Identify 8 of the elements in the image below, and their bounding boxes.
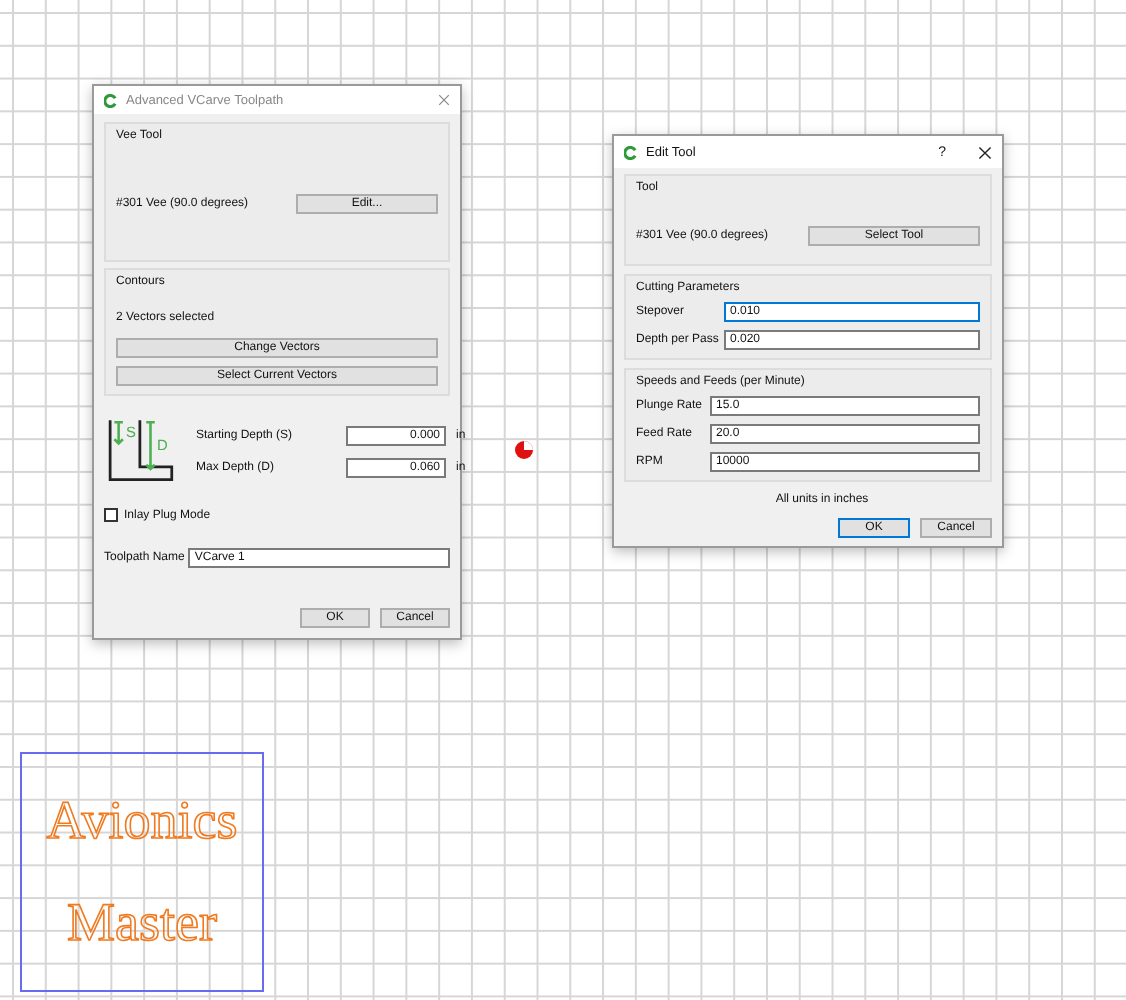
app-logo-icon (104, 93, 118, 107)
app-logo-icon (624, 145, 638, 159)
depth-diagram-drawing: S D (108, 418, 176, 486)
vector-text: Master (67, 896, 217, 950)
close-icon[interactable] (978, 145, 992, 159)
vector-text: Avionics (46, 794, 238, 848)
checkbox[interactable] (104, 508, 118, 522)
origin-marker-icon (514, 440, 534, 460)
